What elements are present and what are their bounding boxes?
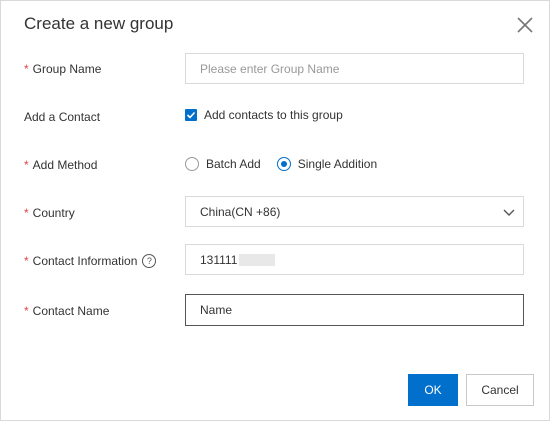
close-icon[interactable] — [514, 14, 536, 36]
dialog-title: Create a new group — [24, 14, 174, 33]
contact-information-field[interactable]: 131111 — [185, 244, 524, 275]
add-method-radio-group: Batch Add Single Addition — [185, 157, 393, 171]
add-method-label-text: Add Method — [32, 158, 98, 172]
contact-name-label-text: Contact Name — [32, 304, 110, 318]
help-icon[interactable]: ? — [142, 254, 157, 268]
redacted-block — [239, 253, 276, 266]
required-mark: * — [24, 62, 29, 76]
contact-name-value: Name — [200, 303, 233, 317]
cancel-button[interactable]: Cancel — [466, 374, 534, 406]
add-contact-label-text: Add a Contact — [24, 110, 101, 124]
required-mark: * — [24, 206, 29, 220]
add-contact-label: Add a Contact — [24, 110, 100, 124]
radio-single-addition-label: Single Addition — [297, 157, 378, 171]
contact-name-label: * Contact Name — [24, 304, 109, 318]
contact-name-field[interactable]: Name — [185, 294, 524, 326]
contact-information-label-text: Contact Information — [32, 254, 138, 268]
create-group-dialog: Create a new group * Group Name Add a Co… — [0, 0, 550, 421]
required-mark: * — [24, 254, 29, 268]
radio-batch-add-label: Batch Add — [206, 157, 261, 171]
add-contacts-checkbox-label: Add contacts to this group — [204, 108, 343, 122]
group-name-input[interactable] — [200, 61, 509, 76]
chevron-down-icon[interactable] — [503, 206, 515, 218]
group-name-label: * Group Name — [24, 62, 101, 76]
radio-single-addition[interactable]: Single Addition — [276, 157, 378, 171]
contact-information-label: * Contact Information ? — [24, 254, 157, 268]
contact-information-value: 131111 — [200, 252, 238, 267]
country-select[interactable]: China(CN +86) — [185, 196, 524, 227]
group-name-field[interactable] — [185, 53, 524, 84]
checkbox-checked-icon[interactable] — [185, 109, 197, 121]
required-mark: * — [24, 304, 29, 318]
add-method-label: * Add Method — [24, 158, 97, 172]
radio-batch-add[interactable]: Batch Add — [185, 157, 261, 171]
add-contacts-checkbox-row[interactable]: Add contacts to this group — [185, 108, 343, 122]
ok-button[interactable]: OK — [408, 374, 458, 406]
country-select-value: China(CN +86) — [200, 204, 281, 219]
required-mark: * — [24, 158, 29, 172]
group-name-label-text: Group Name — [32, 62, 102, 76]
radio-unchecked-icon[interactable] — [185, 157, 199, 171]
radio-checked-icon[interactable] — [276, 157, 291, 171]
country-label: * Country — [24, 206, 75, 220]
country-label-text: Country — [32, 206, 75, 220]
